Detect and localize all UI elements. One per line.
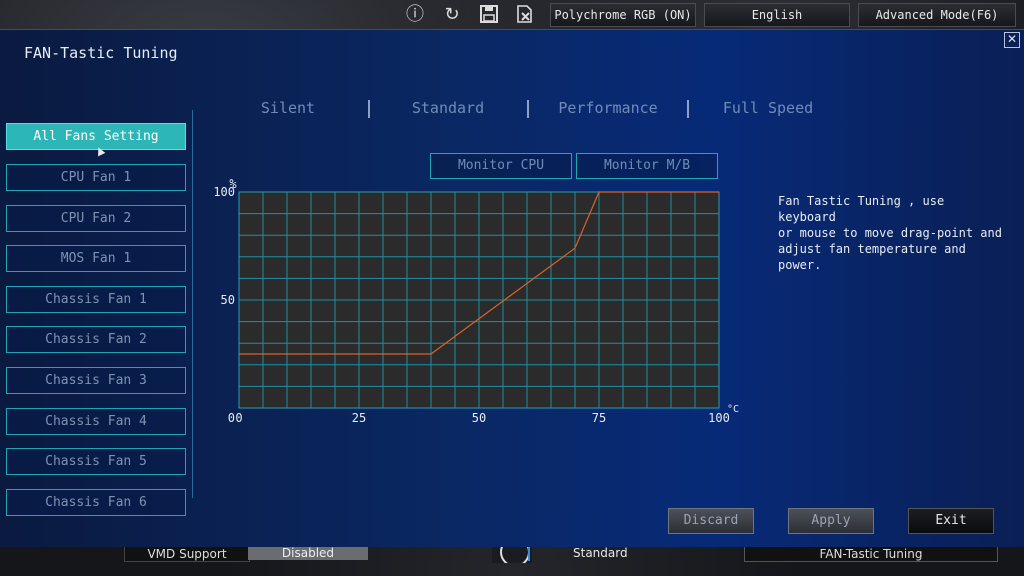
monitor-cpu-button[interactable]: Monitor CPU (430, 153, 572, 179)
help-text: Fan Tastic Tuning , use keyboard or mous… (778, 194, 1002, 272)
refresh-icon[interactable]: ↻ (441, 4, 463, 26)
exit-button[interactable]: Exit (908, 508, 994, 534)
fan-item-chassis-fan-5[interactable]: Chassis Fan 5 (6, 448, 186, 475)
discard-button[interactable]: Discard (668, 508, 754, 534)
tab-full-speed[interactable]: Full Speed (718, 99, 818, 117)
save-icon[interactable] (478, 4, 500, 26)
close-icon[interactable]: ✕ (1004, 32, 1020, 48)
tab-standard[interactable]: Standard (403, 99, 493, 117)
fan-profile-label: Standard (573, 546, 628, 560)
tab-separator (368, 100, 370, 118)
vmd-support-label: VMD Support (124, 546, 250, 562)
fan-item-chassis-fan-6[interactable]: Chassis Fan 6 (6, 489, 186, 516)
fan-item-cpu-fan-2[interactable]: CPU Fan 2 (6, 205, 186, 232)
discard-file-icon[interactable] (514, 4, 536, 26)
vmd-support-value[interactable]: Disabled (248, 546, 368, 560)
tab-separator (527, 100, 529, 118)
fan-profile-icon (492, 546, 532, 563)
fan-item-cpu-fan-1[interactable]: CPU Fan 1 (6, 164, 186, 191)
language-button[interactable]: English (704, 3, 850, 27)
top-bar: ⓘ ↻ Polychrome RGB (ON) English Advanced… (0, 0, 1024, 28)
tab-separator (687, 100, 689, 118)
fan-item-chassis-fan-1[interactable]: Chassis Fan 1 (6, 286, 186, 313)
apply-button[interactable]: Apply (788, 508, 874, 534)
fan-tastic-tuning-background-button[interactable]: FAN-Tastic Tuning (744, 546, 998, 562)
polychrome-rgb-button[interactable]: Polychrome RGB (ON) (550, 3, 696, 27)
sidebar-divider (192, 110, 193, 498)
fan-item-all-fans-setting[interactable]: All Fans Setting (6, 123, 186, 150)
fan-item-chassis-fan-4[interactable]: Chassis Fan 4 (6, 408, 186, 435)
tab-silent[interactable]: Silent (248, 99, 328, 117)
advanced-mode-button[interactable]: Advanced Mode(F6) (858, 3, 1016, 27)
fan-item-chassis-fan-2[interactable]: Chassis Fan 2 (6, 326, 186, 353)
monitor-mb-button[interactable]: Monitor M/B (576, 153, 718, 179)
fan-item-chassis-fan-3[interactable]: Chassis Fan 3 (6, 367, 186, 394)
fan-item-mos-fan-1[interactable]: MOS Fan 1 (6, 245, 186, 272)
tab-performance[interactable]: Performance (552, 99, 664, 117)
dialog-title: FAN-Tastic Tuning (24, 44, 178, 62)
info-icon[interactable]: ⓘ (404, 4, 426, 26)
